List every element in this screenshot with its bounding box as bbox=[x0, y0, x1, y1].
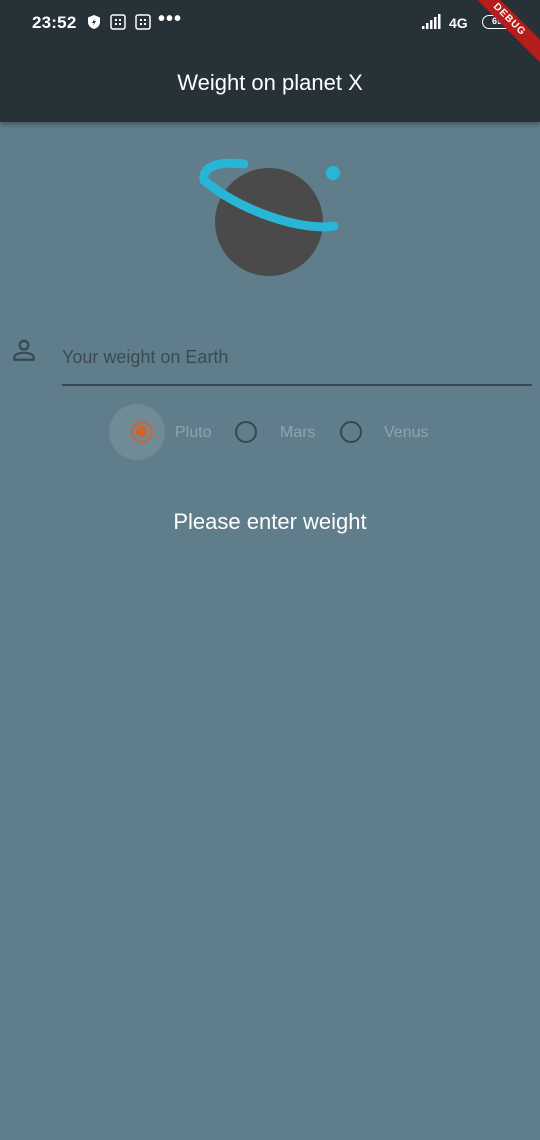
signal-icon bbox=[422, 14, 441, 29]
radio-mars[interactable] bbox=[235, 421, 257, 443]
app-bar: Weight on planet X bbox=[0, 44, 540, 122]
status-time: 23:52 bbox=[32, 13, 77, 32]
radio-label-venus[interactable]: Venus bbox=[384, 424, 428, 442]
radio-pluto[interactable] bbox=[131, 421, 153, 443]
planet-radio-group: Pluto Mars Venus bbox=[0, 404, 540, 460]
more-dots-icon: ••• bbox=[158, 8, 183, 30]
radio-label-pluto[interactable]: Pluto bbox=[175, 424, 211, 442]
network-type: 4G bbox=[449, 15, 468, 31]
shield-icon bbox=[88, 15, 100, 29]
sim-icon bbox=[110, 14, 126, 30]
page-title: Weight on planet X bbox=[177, 70, 363, 95]
planet-logo-icon bbox=[199, 158, 340, 276]
status-bar: 23:52 ••• 4G 69 bbox=[0, 0, 540, 44]
radio-venus[interactable] bbox=[340, 421, 362, 443]
weight-input[interactable] bbox=[62, 330, 532, 386]
person-icon bbox=[13, 339, 35, 361]
radio-label-mars[interactable]: Mars bbox=[280, 424, 316, 442]
result-text: Please enter weight bbox=[173, 509, 367, 534]
sim-icon bbox=[135, 14, 151, 30]
